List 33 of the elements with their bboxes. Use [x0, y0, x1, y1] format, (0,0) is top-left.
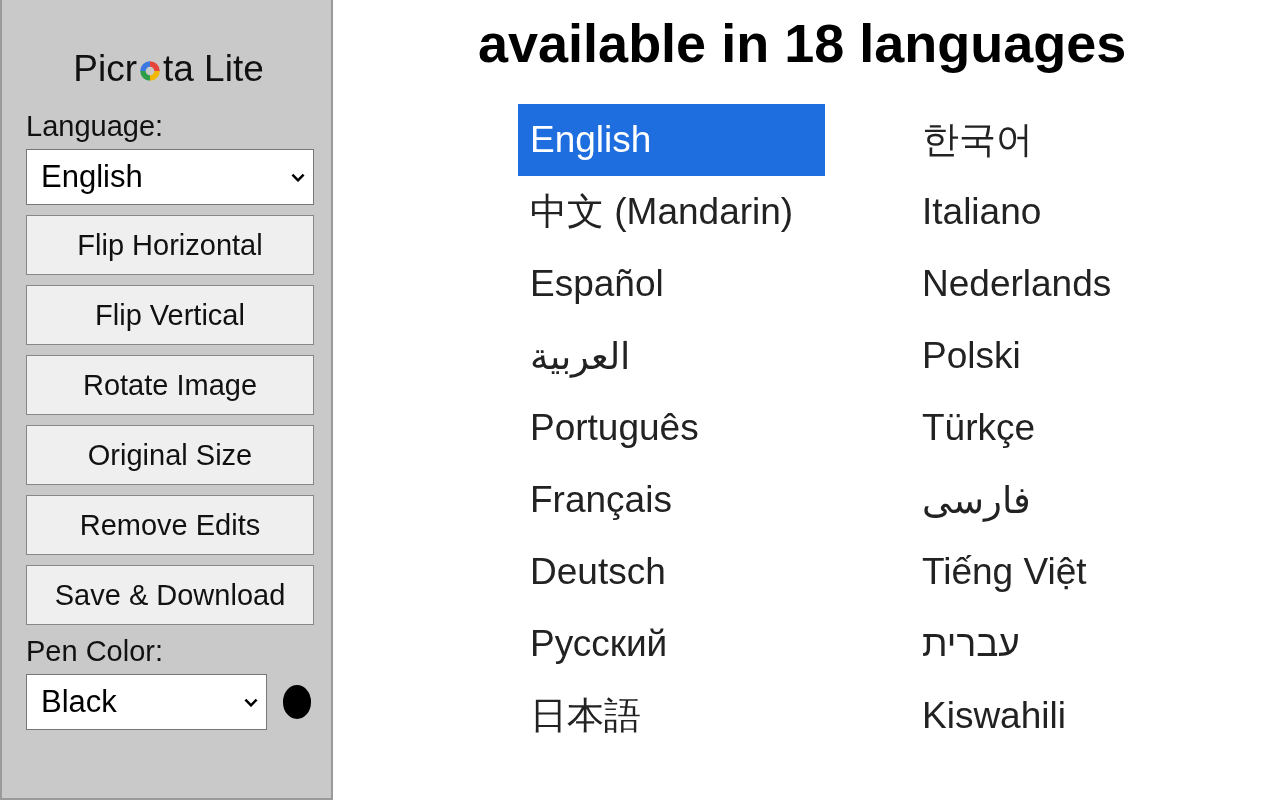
heading: available in 18 languages [478, 12, 1128, 74]
action-button[interactable]: Save & Download [26, 565, 314, 625]
action-button[interactable]: Original Size [26, 425, 314, 485]
language-option[interactable]: Français [518, 464, 825, 536]
app-title: ta Lite [162, 48, 264, 90]
language-option[interactable]: Español [518, 248, 825, 320]
language-option[interactable]: Türkçe [910, 392, 1210, 464]
language-option[interactable]: Português [518, 392, 825, 464]
language-option[interactable]: English [518, 104, 825, 176]
language-option[interactable]: 中文 (Mandarin) [518, 176, 825, 248]
language-option[interactable]: עברית [910, 608, 1210, 680]
action-button[interactable]: Flip Horizontal [26, 215, 314, 275]
action-button[interactable]: Flip Vertical [26, 285, 314, 345]
language-option[interactable]: 한국어 [910, 104, 1210, 176]
action-button[interactable]: Rotate Image [26, 355, 314, 415]
pen-color-select[interactable]: Black [26, 674, 267, 730]
language-option[interactable]: Polski [910, 320, 1210, 392]
action-button[interactable]: Remove Edits [26, 495, 314, 555]
pen-color-label: Pen Color: [26, 635, 164, 668]
language-option[interactable]: Русский [518, 608, 825, 680]
chevron-down-icon [243, 697, 258, 707]
language-select[interactable]: English [26, 149, 314, 205]
language-label: Language: [26, 110, 165, 143]
language-option[interactable]: 日本語 [518, 680, 825, 752]
language-option[interactable]: Kiswahili [910, 680, 1210, 752]
language-option[interactable]: Tiếng Việt [910, 536, 1210, 608]
chevron-down-icon [291, 172, 305, 182]
language-option[interactable]: العربية [518, 320, 825, 392]
language-option[interactable]: Italiano [910, 176, 1210, 248]
language-option[interactable]: Deutsch [518, 536, 825, 608]
language-option[interactable]: Nederlands [910, 248, 1210, 320]
app-title: Picr [73, 48, 137, 90]
language-option[interactable]: فارسی [910, 464, 1210, 536]
